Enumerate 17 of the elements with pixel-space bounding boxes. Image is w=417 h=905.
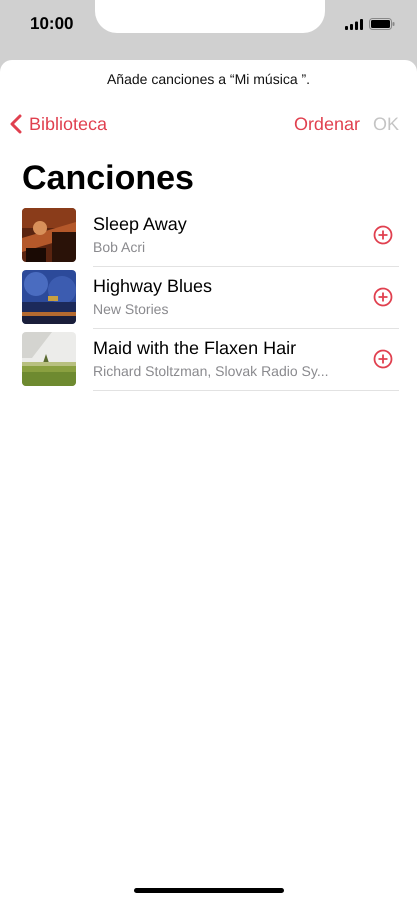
back-chevron-icon (10, 114, 22, 134)
status-time: 10:00 (30, 14, 74, 34)
song-title: Sleep Away (93, 214, 188, 235)
battery-icon (369, 18, 395, 30)
signal-icon (345, 18, 363, 30)
add-icon[interactable] (373, 286, 393, 306)
song-artist: Bob Acri (93, 239, 146, 255)
song-title: Maid with the Flaxen Hair (93, 338, 298, 359)
prompt-text: Añade canciones a “Mi música ”. (106, 70, 312, 89)
add-icon[interactable] (373, 348, 393, 368)
add-icon[interactable] (373, 224, 393, 244)
sort-button[interactable]: Ordenar (294, 114, 360, 134)
song-artist: Richard Stoltzman, Slovak Radio Sy... (93, 363, 330, 379)
song-artist: New Stories (93, 301, 170, 317)
page-title: Canciones (22, 158, 195, 198)
back-button[interactable]: Biblioteca (10, 114, 108, 134)
song-title: Highway Blues (93, 276, 214, 297)
